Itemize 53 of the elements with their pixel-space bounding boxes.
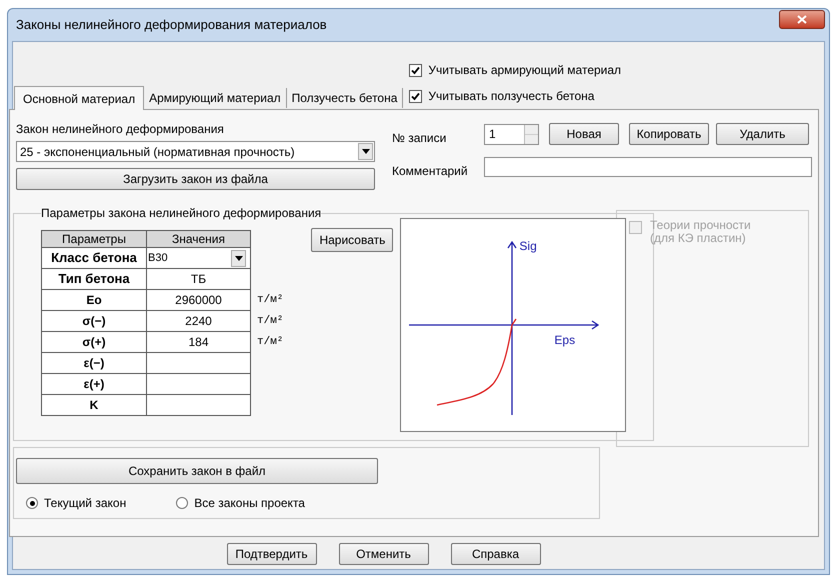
close-button[interactable]	[779, 10, 825, 28]
axis-label: Sig	[519, 238, 537, 255]
checkbox[interactable]	[409, 90, 422, 102]
radio-button[interactable]	[26, 497, 38, 509]
table-cell: Eo	[41, 290, 147, 311]
dialog-button[interactable]: Отменить	[338, 543, 428, 565]
checkbox-label: Теории прочности (для КЭ пластин)	[650, 219, 751, 245]
draw-button[interactable]: Нарисовать	[311, 228, 394, 252]
table-cell: Тип бетона	[41, 269, 147, 290]
table-cell: ε(+)	[41, 374, 147, 395]
checkbox-label: Учитывать ползучесть бетона	[428, 88, 594, 105]
field-label: Закон нелинейного деформирования	[16, 121, 225, 138]
table-cell: ε(−)	[41, 353, 147, 374]
radio-label: Все законы проекта	[194, 495, 305, 512]
field-label: № записи	[392, 130, 448, 147]
window-title: Законы нелинейного деформирования материалов	[16, 16, 327, 34]
column-header: Значения	[147, 230, 251, 248]
dialog-button[interactable]: Справка	[450, 543, 540, 565]
dropdown-value: B30	[148, 250, 169, 266]
table-cell: ТБ	[147, 269, 251, 290]
close-icon	[797, 14, 807, 24]
comment-field[interactable]	[484, 157, 812, 177]
tab[interactable]: Основной материал	[14, 86, 144, 110]
unit-label: т/м²	[257, 314, 284, 330]
table-cell: σ(−)	[41, 311, 147, 332]
unit-label: т/м²	[257, 293, 284, 308]
field-label: Комментарий	[392, 163, 469, 180]
table-cell: 2240	[147, 311, 251, 332]
table-cell: 184	[147, 332, 251, 353]
checkbox[interactable]	[409, 64, 422, 76]
save-file-button[interactable]: Сохранить закон в файл	[16, 458, 378, 484]
radio-label: Текущий закон	[44, 495, 126, 512]
group-title: Параметры закона нелинейного деформирования	[41, 205, 322, 222]
load-file-button[interactable]: Загрузить закон из файла	[16, 168, 375, 190]
law-dropdown[interactable]: 25 - экспоненциальный (нормативная прочность)	[16, 141, 375, 162]
record-button[interactable]: Копировать	[629, 123, 709, 145]
dropdown-value: 25 - экспоненциальный (нормативная прочность)	[20, 144, 296, 160]
spinner-arrows-icon	[524, 124, 538, 144]
column-header: Параметры	[41, 230, 147, 248]
checkbox-label: Учитывать армирующий материал	[428, 62, 622, 79]
table-cell: Класс бетона	[41, 248, 147, 269]
record-button[interactable]: Удалить	[716, 123, 809, 145]
value-dropdown[interactable]: B30	[147, 248, 251, 269]
spinner-value: 1	[488, 126, 497, 143]
table-cell: K	[41, 395, 147, 416]
record-button[interactable]: Новая	[549, 123, 619, 145]
radio-button[interactable]	[176, 497, 188, 509]
record-spinner[interactable]: 1	[484, 124, 539, 144]
axis-label: Eps	[554, 332, 576, 349]
table-cell: 2960000	[147, 290, 251, 311]
dialog-button[interactable]: Подтвердить	[226, 543, 316, 565]
unit-label: т/м²	[257, 335, 284, 350]
table-cell: σ(+)	[41, 332, 147, 353]
